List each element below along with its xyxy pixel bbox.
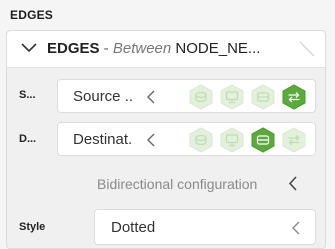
card-header[interactable]: EDGES - Between NODE_NE... [7,31,325,68]
database-icon[interactable] [250,127,276,153]
source-value: Source .. [73,88,134,105]
stack-icon[interactable] [188,127,214,153]
card-title-dash: - [99,40,113,57]
chevron-left-icon[interactable] [288,176,298,191]
destination-label: D... [19,133,37,145]
source-label: S... [19,89,36,101]
card-title: EDGES - Between NODE_NE... [47,40,260,57]
style-label: Style [19,221,46,233]
style-value: Dotted [111,219,156,236]
style-select[interactable]: Dotted [94,209,316,245]
chevron-down-icon[interactable] [21,43,37,53]
destination-value: Destinat. [73,131,133,148]
destination-select[interactable]: Destinat. [57,122,316,156]
card-title-target: NODE_NE... [171,40,261,57]
swap-arrows-icon[interactable] [281,84,307,110]
card-title-between: Between [112,40,172,57]
monitor-icon[interactable] [219,127,245,153]
swap-arrows-icon[interactable] [281,127,307,153]
monitor-icon[interactable] [219,84,245,110]
database-icon[interactable] [250,84,276,110]
resize-handle-icon[interactable] [297,39,317,59]
bidirectional-label[interactable]: Bidirectional configuration [97,176,257,192]
chevron-left-icon[interactable] [291,221,301,235]
stack-icon[interactable] [188,84,214,110]
chevron-left-icon[interactable] [146,133,156,147]
section-title: EDGES [10,8,54,22]
card-title-strong: EDGES [47,40,100,57]
source-select[interactable]: Source .. [57,79,316,113]
chevron-left-icon[interactable] [146,90,156,104]
